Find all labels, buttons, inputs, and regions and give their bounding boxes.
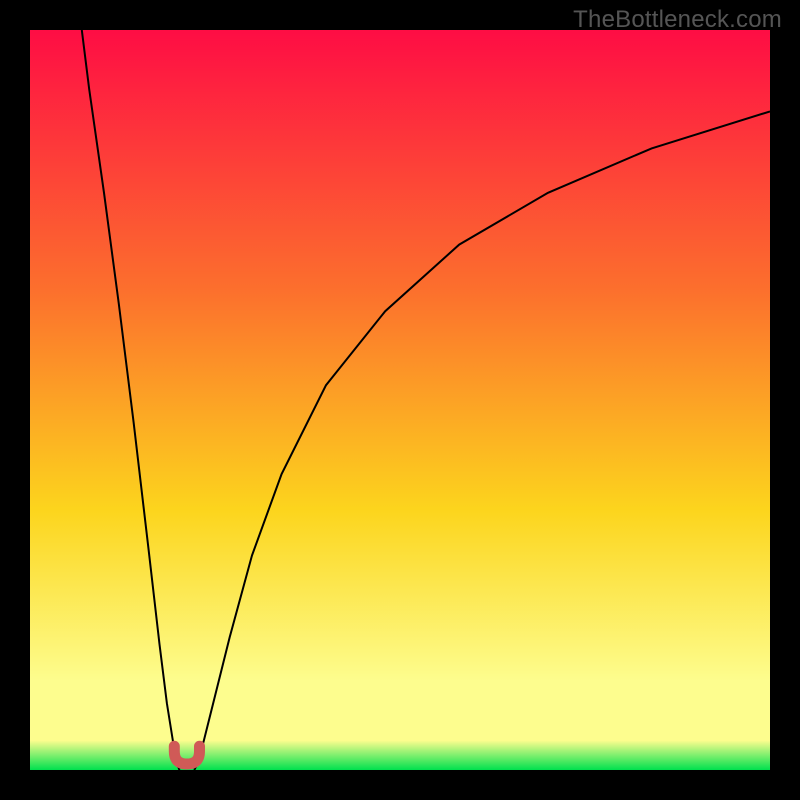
gradient-background bbox=[30, 30, 770, 770]
plot-area bbox=[30, 30, 770, 770]
chart-frame: TheBottleneck.com bbox=[0, 0, 800, 800]
bottleneck-chart bbox=[30, 30, 770, 770]
watermark-text: TheBottleneck.com bbox=[573, 6, 782, 34]
